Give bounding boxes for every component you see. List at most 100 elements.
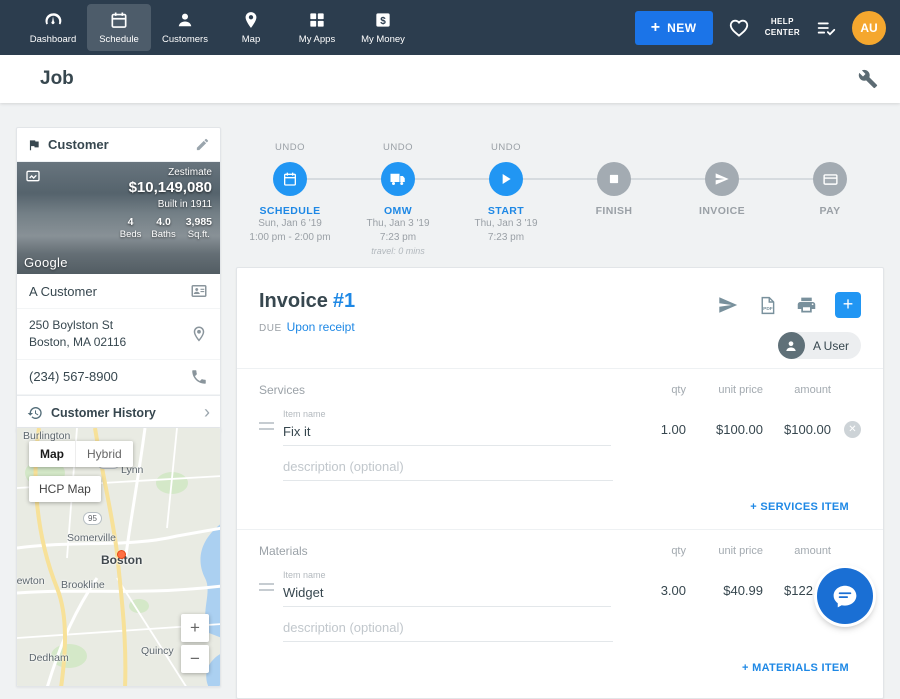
- map-canvas[interactable]: Burlington Lynn Somerville Boston Newton…: [17, 428, 220, 686]
- history-icon: [27, 405, 43, 421]
- chat-widget-button[interactable]: [817, 568, 873, 624]
- item-description-input[interactable]: [283, 615, 613, 642]
- job-location-marker[interactable]: [117, 550, 126, 559]
- stat-label: Beds: [120, 229, 142, 240]
- page-header: Job: [0, 55, 900, 103]
- remove-item-icon[interactable]: [844, 421, 861, 438]
- drag-handle[interactable]: [259, 583, 274, 591]
- task-list-icon[interactable]: [815, 17, 837, 39]
- phone-icon[interactable]: [190, 368, 208, 386]
- zoom-out-button[interactable]: −: [181, 645, 209, 673]
- item-name-input[interactable]: [283, 419, 611, 446]
- paper-plane-icon: [714, 171, 730, 187]
- photo-icon: [25, 168, 41, 184]
- stat-label: Sq.ft.: [186, 229, 212, 240]
- start-step-button[interactable]: [489, 162, 523, 196]
- stat-value: 4: [120, 216, 142, 228]
- nav-item-map[interactable]: Map: [219, 4, 283, 51]
- undo-link[interactable]: UNDO: [383, 142, 413, 156]
- add-materials-item-link[interactable]: + MATERIALS ITEM: [742, 662, 849, 674]
- nav-item-dashboard[interactable]: Dashboard: [21, 4, 85, 51]
- material-item-row: Item name 3.00 $40.99 $122.97: [259, 570, 861, 607]
- zestimate-label: Zestimate: [120, 167, 212, 178]
- help-center-button[interactable]: HELP CENTER: [765, 17, 800, 38]
- customer-history-button[interactable]: Customer History: [17, 395, 220, 431]
- description-row: [283, 446, 613, 481]
- item-qty[interactable]: 1.00: [611, 422, 686, 446]
- due-value-link[interactable]: Upon receipt: [287, 320, 355, 334]
- item-unit-price[interactable]: $40.99: [686, 583, 763, 607]
- assignee-chip[interactable]: A User: [778, 332, 861, 359]
- unit-price-header: unit price: [686, 384, 763, 396]
- section-title: Materials: [259, 544, 611, 558]
- step-label: OMW: [384, 205, 412, 217]
- contact-card-icon[interactable]: [190, 282, 208, 300]
- item-qty[interactable]: 3.00: [611, 583, 686, 607]
- nav-item-schedule[interactable]: Schedule: [87, 4, 151, 51]
- step-omw: UNDO OMW Thu, Jan 3 '19 7:23 pm travel: …: [344, 142, 452, 256]
- schedule-step-button[interactable]: [273, 162, 307, 196]
- item-unit-price[interactable]: $100.00: [686, 422, 763, 446]
- finish-step-button[interactable]: [597, 162, 631, 196]
- zoom-in-button[interactable]: +: [181, 614, 209, 642]
- item-name-label: Item name: [283, 409, 611, 419]
- chat-bubble-icon: [832, 583, 858, 609]
- undo-link[interactable]: UNDO: [275, 142, 305, 156]
- step-schedule: UNDO SCHEDULE Sun, Jan 6 '19 1:00 pm - 2…: [236, 142, 344, 256]
- step-label: SCHEDULE: [260, 205, 321, 217]
- omw-step-button[interactable]: [381, 162, 415, 196]
- nav-item-my-apps[interactable]: My Apps: [285, 4, 349, 51]
- drag-handle[interactable]: [259, 422, 274, 430]
- stat-baths: 4.0 Baths: [151, 216, 175, 240]
- item-amount: $100.00: [763, 422, 831, 446]
- send-icon[interactable]: [717, 294, 739, 316]
- invoice-step-button[interactable]: [705, 162, 739, 196]
- nav-item-customers[interactable]: Customers: [153, 4, 217, 51]
- item-description-input[interactable]: [283, 454, 613, 481]
- pdf-icon[interactable]: PDF: [757, 295, 778, 316]
- step-date: Thu, Jan 3 '19: [474, 217, 537, 231]
- amount-header: amount: [763, 545, 831, 557]
- top-navigation: Dashboard Schedule Customers Map My Apps…: [0, 0, 900, 55]
- dollar-icon: $: [373, 10, 393, 30]
- location-pin-icon[interactable]: [190, 325, 208, 343]
- pay-step-button[interactable]: [813, 162, 847, 196]
- credit-card-icon: [822, 171, 839, 188]
- edit-pencil-icon[interactable]: [195, 137, 210, 152]
- materials-header: Materials qty unit price amount: [259, 538, 861, 564]
- plus-icon: [651, 20, 660, 36]
- map-type-hybrid-button[interactable]: Hybrid: [76, 441, 133, 467]
- undo-link[interactable]: UNDO: [491, 142, 521, 156]
- calendar-icon: [109, 10, 129, 30]
- property-photo: Zestimate $10,149,080 Built in 1911 4 Be…: [17, 162, 220, 274]
- job-progress-timeline: UNDO SCHEDULE Sun, Jan 6 '19 1:00 pm - 2…: [236, 130, 884, 262]
- assignee-avatar: [778, 332, 805, 359]
- heart-icon[interactable]: [728, 17, 750, 39]
- hcp-map-button[interactable]: HCP Map: [29, 476, 101, 502]
- map-label-dedham: Dedham: [29, 652, 69, 664]
- nav-right: NEW HELP CENTER AU: [635, 11, 900, 45]
- qty-header: qty: [611, 384, 686, 396]
- due-label: DUE: [259, 323, 282, 334]
- customer-card: Customer Zestimate $10,149,080 Built in …: [16, 127, 221, 432]
- user-avatar[interactable]: AU: [852, 11, 886, 45]
- item-name-input[interactable]: [283, 580, 611, 607]
- invoice-header: Invoice#1 DUEUpon receipt PDF A User: [237, 268, 883, 368]
- item-name-block: Item name: [283, 570, 611, 607]
- invoice-actions: PDF: [717, 292, 861, 318]
- add-services-item-link[interactable]: + SERVICES ITEM: [750, 501, 849, 513]
- help-center-line2: CENTER: [765, 28, 800, 38]
- add-invoice-button[interactable]: [835, 292, 861, 318]
- customer-name-row: A Customer: [17, 274, 220, 309]
- job-tools-icon[interactable]: [858, 69, 878, 89]
- services-section: Services qty unit price amount Item name…: [237, 368, 883, 529]
- customer-card-title: Customer: [48, 137, 188, 152]
- print-icon[interactable]: [796, 295, 817, 316]
- nav-item-label: Map: [242, 34, 260, 45]
- map-type-map-button[interactable]: Map: [29, 441, 76, 467]
- nav-item-my-money[interactable]: $ My Money: [351, 4, 415, 51]
- address-line1: 250 Boylston St: [29, 317, 190, 334]
- new-button[interactable]: NEW: [635, 11, 713, 45]
- service-item-row: Item name 1.00 $100.00 $100.00: [259, 409, 861, 446]
- map-label-somerville: Somerville: [67, 532, 116, 544]
